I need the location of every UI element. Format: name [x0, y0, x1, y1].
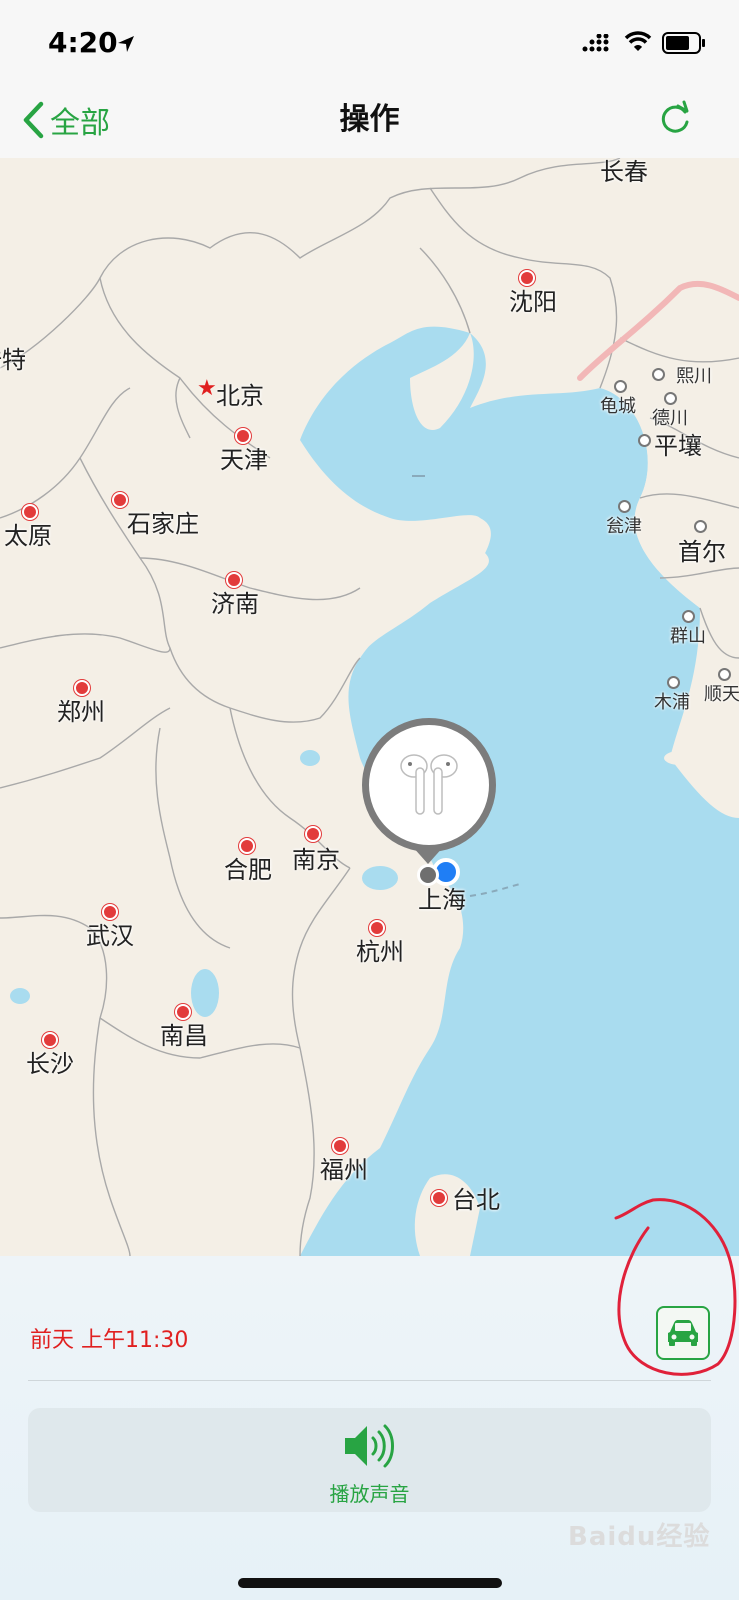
play-sound-label: 播放声音 [329, 1482, 410, 1506]
directions-button[interactable] [656, 1306, 710, 1360]
city-label: 浩特 [0, 346, 26, 374]
city-label: 长春 [600, 158, 648, 186]
city-label: 群山 [670, 626, 706, 647]
car-icon [668, 1320, 698, 1346]
speaker-icon [345, 1424, 394, 1468]
city-label: 郑州 [57, 698, 105, 726]
airpods-pin[interactable] [362, 718, 496, 852]
city-label: 南昌 [160, 1022, 208, 1050]
status-time: 4:20 [48, 26, 118, 59]
map-view[interactable]: 长春 沈阳 ★ 北京 天津 石家庄 太原 济南 郑州 合肥 南京 上海 杭州 武… [0, 158, 739, 1256]
city-label: 首尔 [678, 538, 726, 566]
city-label: 济南 [211, 590, 259, 618]
refresh-icon[interactable] [660, 100, 692, 140]
city-label: 熙川 [676, 366, 712, 387]
city-label: 龟城 [600, 396, 636, 417]
page-title: 操作 [339, 102, 400, 137]
capital-star-icon: ★ [197, 376, 217, 401]
city-label: 福州 [320, 1156, 368, 1184]
city-marker [431, 1190, 447, 1206]
city-marker [112, 492, 128, 508]
watermark: Baidu经验 [568, 1522, 711, 1552]
city-label: 顺天 [704, 684, 739, 705]
map-base [0, 158, 739, 1256]
city-label: 沈阳 [509, 288, 557, 316]
wifi-icon [624, 30, 652, 56]
battery-icon [662, 32, 706, 58]
divider [28, 1380, 711, 1381]
device-location-dot[interactable] [417, 864, 439, 886]
city-label: 长沙 [26, 1050, 74, 1078]
city-label: 天津 [220, 446, 268, 474]
city-label: 石家庄 [127, 510, 199, 538]
city-label: 台北 [452, 1186, 500, 1214]
city-label: 南京 [292, 846, 340, 874]
city-label: 木浦 [654, 692, 690, 713]
city-label: 武汉 [86, 922, 134, 950]
city-marker [652, 368, 665, 381]
city-label: 北京 [216, 382, 264, 410]
city-label: 瓮津 [606, 516, 642, 537]
city-label: 杭州 [356, 938, 404, 966]
home-indicator[interactable] [238, 1578, 502, 1588]
city-marker [638, 434, 651, 447]
airpods-icon [400, 754, 458, 815]
city-label: 合肥 [224, 856, 272, 884]
location-arrow-icon [116, 34, 136, 58]
city-label: 太原 [4, 522, 52, 550]
city-label: 平壤 [654, 432, 702, 460]
last-seen-timestamp: 前天 上午11:30 [30, 1328, 189, 1353]
cellular-signal-icon [582, 33, 614, 56]
status-bar: 4:20 [0, 0, 739, 92]
play-sound-button[interactable]: 播放声音 [28, 1408, 711, 1512]
navigation-bar: 全部 操作 [0, 92, 739, 159]
